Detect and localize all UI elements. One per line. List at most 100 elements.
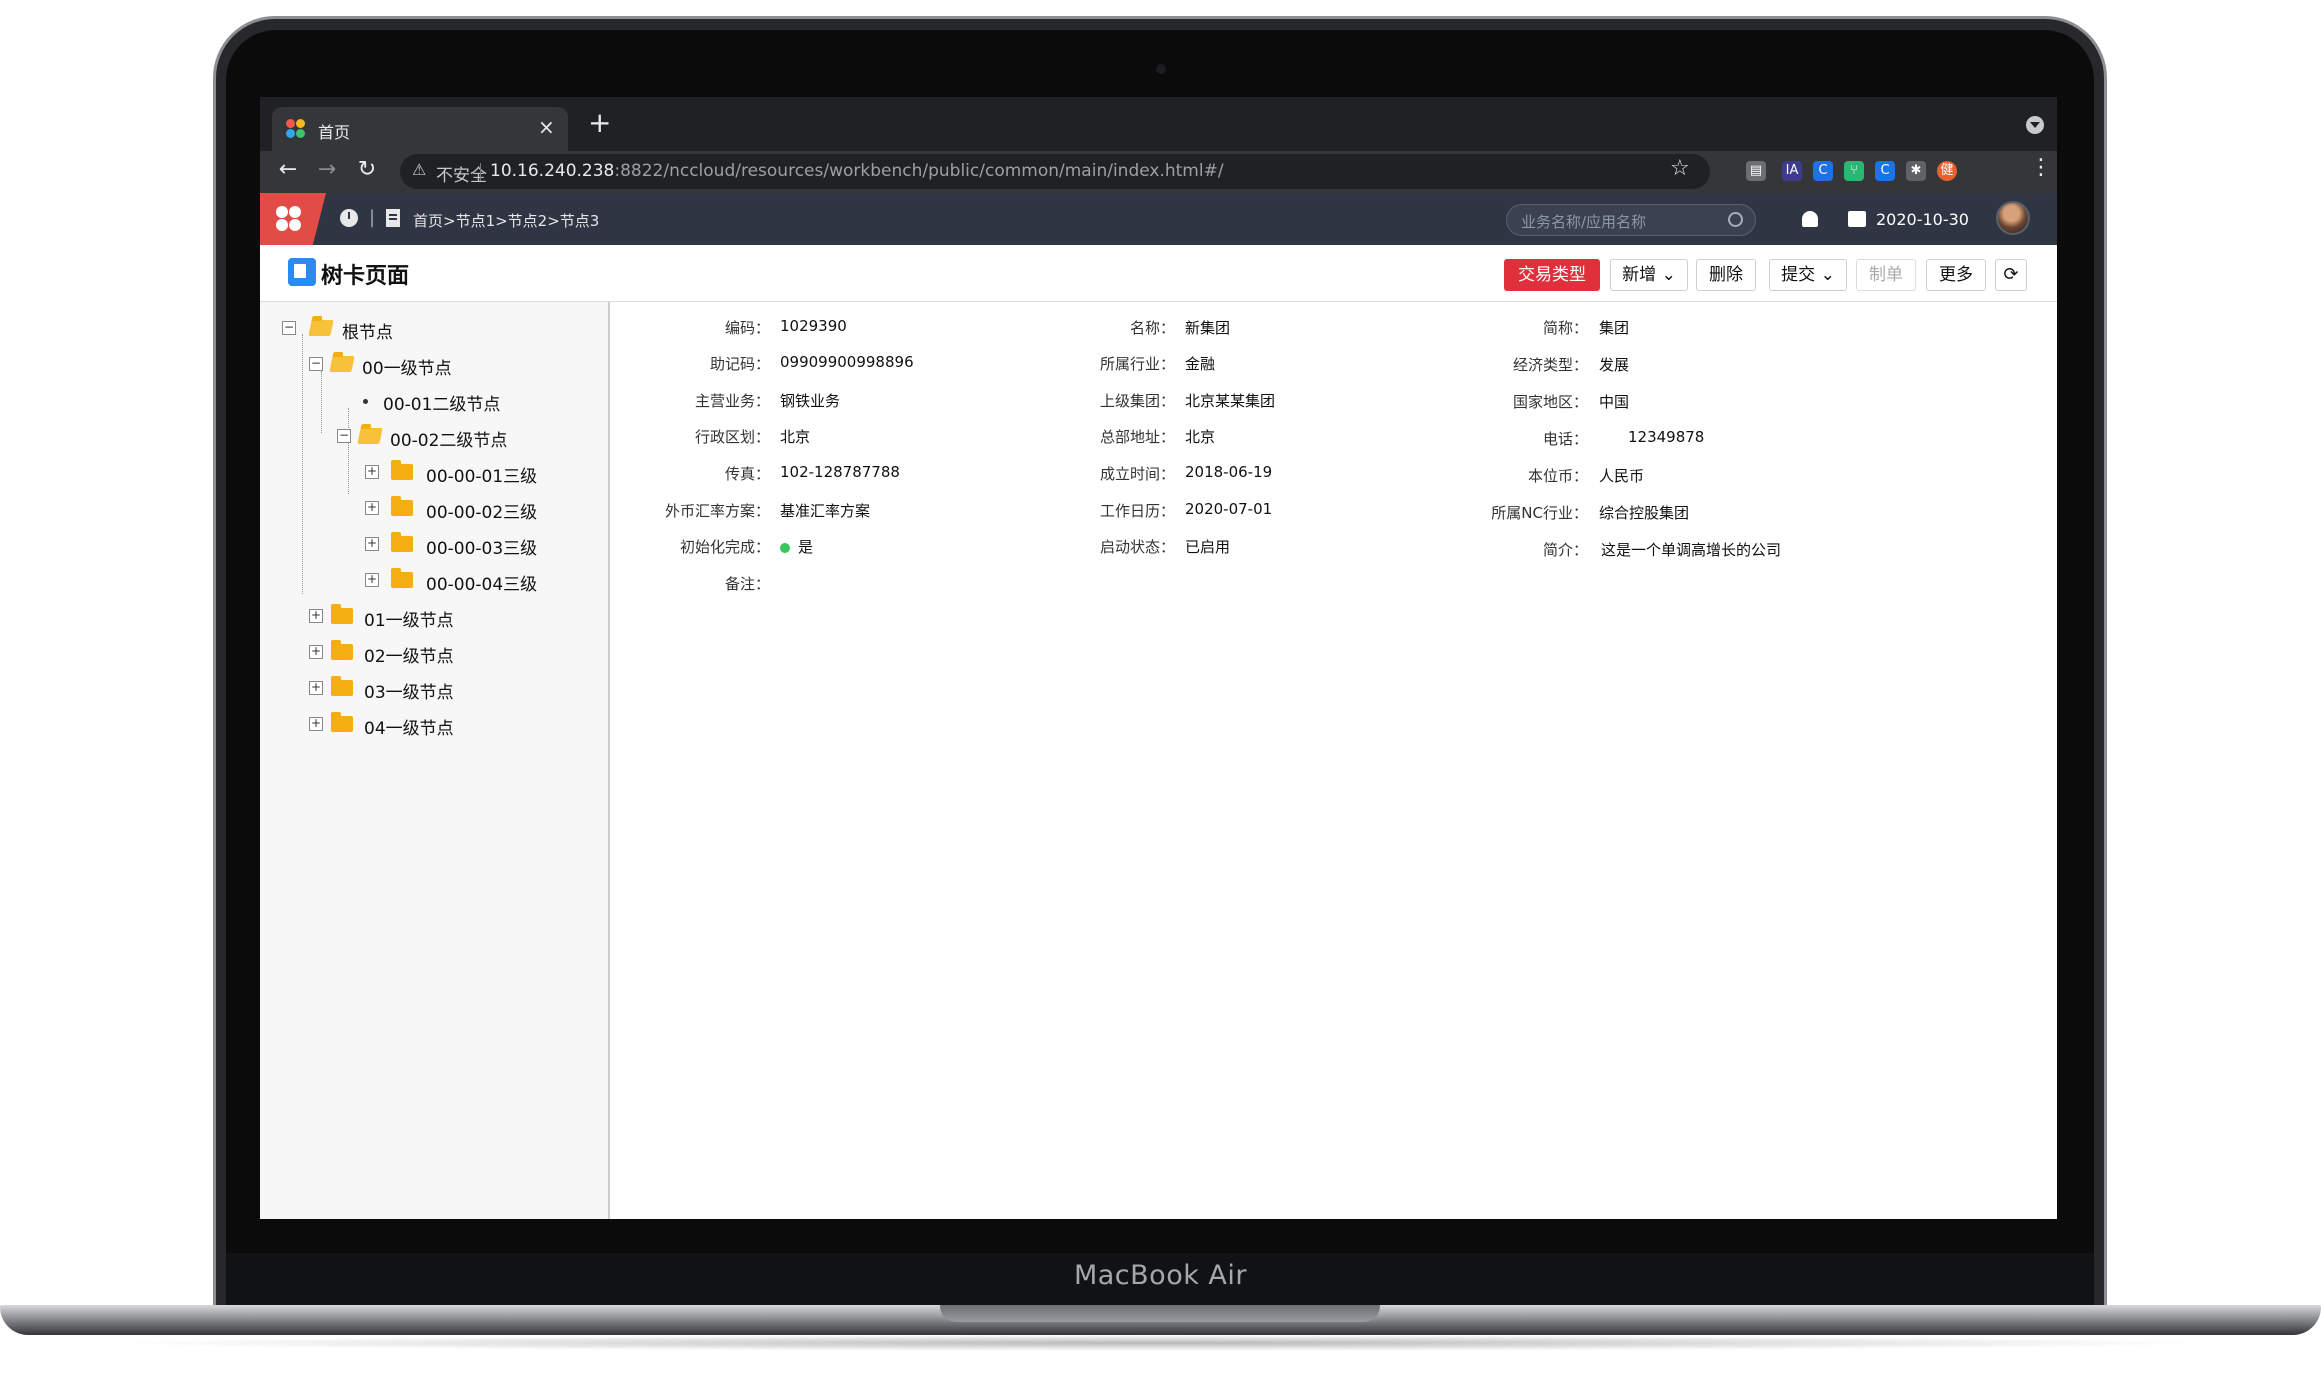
field-value-econ: 发展 xyxy=(1599,356,1630,374)
tree-guide xyxy=(348,408,349,494)
field-label-code: 编码： xyxy=(724,319,770,337)
c-blue-icon[interactable]: C xyxy=(1813,161,1833,181)
back-button[interactable]: ← xyxy=(273,157,303,182)
tab-search-icon[interactable] xyxy=(2026,116,2044,134)
calendar-icon[interactable] xyxy=(1848,211,1866,227)
puzzle-icon[interactable]: ✱ xyxy=(1906,161,1926,181)
history-clock-icon[interactable] xyxy=(340,209,358,227)
folder-icon xyxy=(331,676,353,696)
reload-button[interactable]: ↻ xyxy=(352,157,382,182)
breadcrumb[interactable]: 首页>节点1>节点2>节点3 xyxy=(413,210,599,231)
tree-node-label: 00-00-02三级 xyxy=(426,503,538,523)
refresh-icon[interactable]: ⟳ xyxy=(1995,259,2027,291)
field-label-mnemonic: 助记码： xyxy=(709,355,770,373)
document-icon xyxy=(386,209,400,227)
field-value-region: 北京 xyxy=(780,428,811,446)
field-value-mnemonic: 09909900998896 xyxy=(780,353,914,371)
delete-button[interactable]: 删除 xyxy=(1696,259,1756,291)
address-bar[interactable]: ⚠ 不安全 10.16.240.238:8822/nccloud/resourc… xyxy=(400,154,1710,189)
profile-icon[interactable]: 健 xyxy=(1937,161,1957,181)
expand-icon[interactable]: + xyxy=(365,465,379,479)
field-label-calendar: 工作日历： xyxy=(1099,502,1175,520)
leaf-dot-icon xyxy=(363,399,368,404)
page-icon xyxy=(288,258,316,286)
field-value-business: 钢铁业务 xyxy=(780,392,841,410)
collapse-icon[interactable]: − xyxy=(337,429,351,443)
add-button[interactable]: 新增 ⌄ xyxy=(1610,259,1688,291)
browser-toolbar: ← → ↻ ⚠ 不安全 10.16.240.238:8822/nccloud/r… xyxy=(260,151,2057,193)
tree-node-label: 00-00-03三级 xyxy=(426,539,538,559)
app-logo[interactable] xyxy=(260,193,326,245)
search-placeholder: 业务名称/应用名称 xyxy=(1521,213,1647,231)
field-value-parent: 北京某某集团 xyxy=(1185,392,1276,410)
c-circle-icon[interactable]: C xyxy=(1875,161,1895,181)
field-value-hq: 北京 xyxy=(1185,428,1216,446)
field-label-fax: 传真： xyxy=(724,465,770,483)
browser-menu-icon[interactable]: ⋮ xyxy=(2030,157,2052,179)
field-value-founded: 2018-06-19 xyxy=(1185,463,1273,481)
folder-icon xyxy=(331,640,353,660)
expand-icon[interactable]: + xyxy=(365,537,379,551)
browser-tab[interactable]: 首页 × xyxy=(272,107,568,151)
laptop-notch xyxy=(940,1305,1380,1322)
field-label-parent: 上级集团： xyxy=(1099,392,1175,410)
tree-guide xyxy=(302,334,303,594)
ia-icon[interactable]: IA xyxy=(1782,161,1802,181)
add-label: 新增 xyxy=(1622,265,1657,285)
more-button[interactable]: 更多 xyxy=(1926,259,1986,291)
laptop-shadow xyxy=(100,1335,2221,1351)
folder-open-icon xyxy=(357,428,383,444)
field-label-short: 简称： xyxy=(1542,319,1588,337)
header-divider: | xyxy=(369,207,376,228)
avatar[interactable] xyxy=(1996,201,2030,235)
field-value-fax: 102-128787788 xyxy=(780,463,900,481)
field-label-hq: 总部地址： xyxy=(1099,428,1175,446)
field-label-econ: 经济类型： xyxy=(1512,356,1588,374)
field-label-name: 名称： xyxy=(1129,319,1175,337)
submit-button[interactable]: 提交 ⌄ xyxy=(1769,259,1847,291)
trade-type-button[interactable]: 交易类型 xyxy=(1504,259,1600,291)
make-button[interactable]: 制单 xyxy=(1856,259,1916,291)
expand-icon[interactable]: + xyxy=(365,501,379,515)
bookmark-star-icon[interactable]: ☆ xyxy=(1670,156,1690,181)
forward-button[interactable]: → xyxy=(312,157,342,182)
field-label-phone: 电话： xyxy=(1542,430,1588,448)
chevron-down-icon: ⌄ xyxy=(1661,265,1676,285)
collapse-icon[interactable]: − xyxy=(309,357,323,371)
expand-icon[interactable]: + xyxy=(309,645,323,659)
favicon-icon xyxy=(286,119,306,139)
tree-node-label: 00-02二级节点 xyxy=(390,431,508,451)
field-label-status: 启动状态： xyxy=(1099,538,1175,556)
folder-icon xyxy=(391,496,413,516)
expand-icon[interactable]: + xyxy=(365,573,379,587)
field-value-nc: 综合控股集团 xyxy=(1599,504,1690,522)
field-value-name: 新集团 xyxy=(1185,319,1231,337)
new-tab-button[interactable]: + xyxy=(588,109,611,137)
submit-label: 提交 xyxy=(1781,265,1816,285)
field-value-init: 是 xyxy=(780,536,813,557)
tree-node-label: 04一级节点 xyxy=(364,719,454,739)
browser-tabstrip: 首页 × + xyxy=(260,97,2057,151)
folder-open-icon xyxy=(329,356,355,372)
expand-icon[interactable]: + xyxy=(309,609,323,623)
search-icon[interactable] xyxy=(1728,212,1743,227)
tree-node-label: 根节点 xyxy=(342,323,393,343)
camera xyxy=(1156,64,1166,74)
expand-icon[interactable]: + xyxy=(309,681,323,695)
expand-icon[interactable]: + xyxy=(309,717,323,731)
field-value-calendar: 2020-07-01 xyxy=(1185,500,1273,518)
field-value-fx: 基准汇率方案 xyxy=(780,502,871,520)
header-date[interactable]: 2020-10-30 xyxy=(1876,210,1969,229)
screen: 首页 × + ← → ↻ ⚠ 不安全 10.16.240.238:8822/nc… xyxy=(260,97,2057,1219)
reader-icon[interactable]: ▤ xyxy=(1746,161,1766,181)
tree-guide xyxy=(321,371,322,433)
fork-icon[interactable]: ⑂ xyxy=(1844,161,1864,181)
field-label-intro: 简介： xyxy=(1542,541,1588,559)
search-input[interactable]: 业务名称/应用名称 xyxy=(1506,204,1756,236)
url-text[interactable]: 10.16.240.238:8822/nccloud/resources/wor… xyxy=(490,161,1224,181)
field-label-region: 行政区划： xyxy=(694,428,770,446)
page-header: 树卡页面 交易类型 新增 ⌄ 删除 提交 ⌄ 制单 更多 ⟳ xyxy=(260,245,2057,302)
collapse-icon[interactable]: − xyxy=(282,321,296,335)
bell-icon[interactable] xyxy=(1802,211,1818,227)
tab-close-icon[interactable]: × xyxy=(538,115,555,139)
